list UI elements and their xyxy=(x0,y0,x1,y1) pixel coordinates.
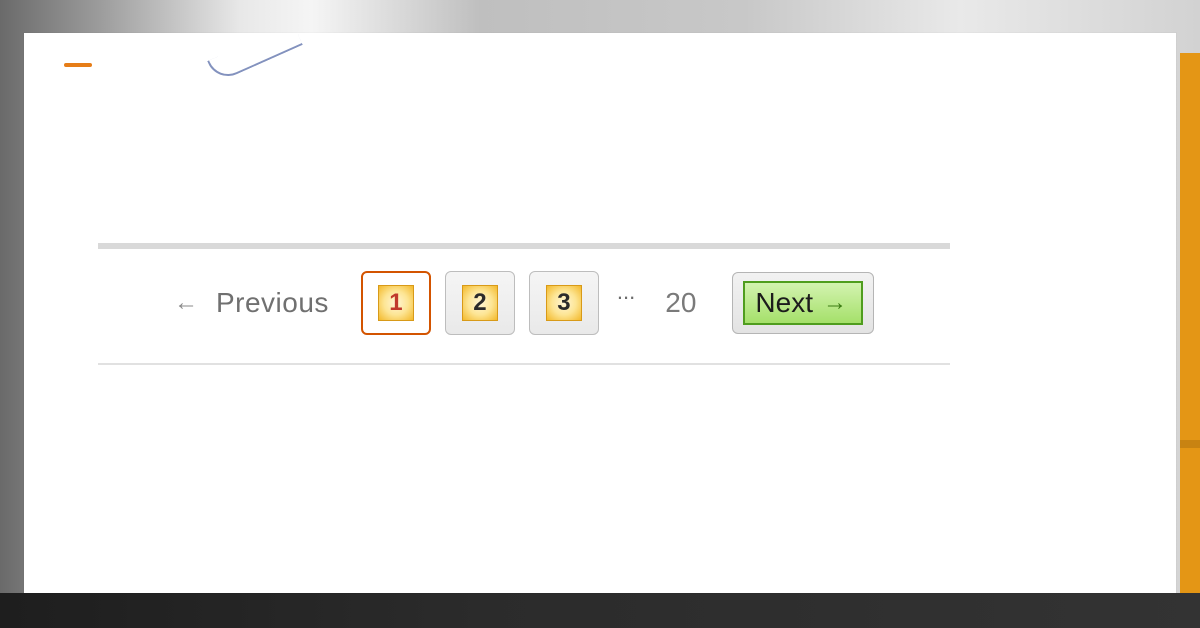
pagination: ← Previous 1 2 3 ... 20 Next → xyxy=(98,249,950,363)
arrow-right-icon: → xyxy=(823,289,847,317)
top-curve-decoration xyxy=(207,23,303,83)
page-number-1: 1 xyxy=(378,285,414,321)
pagination-ellipsis: ... xyxy=(617,279,635,305)
previous-button[interactable]: ← Previous xyxy=(174,287,329,319)
page-button-3[interactable]: 3 xyxy=(529,271,599,335)
page-number-2: 2 xyxy=(462,285,498,321)
page-number-3: 3 xyxy=(546,285,582,321)
next-label: Next xyxy=(755,287,813,319)
page-button-2[interactable]: 2 xyxy=(445,271,515,335)
previous-label: Previous xyxy=(216,287,329,319)
pagination-bottom-rule xyxy=(98,363,950,365)
pagination-block: ← Previous 1 2 3 ... 20 Next → xyxy=(98,243,950,365)
right-accent-bar xyxy=(1180,53,1200,593)
next-button-inner: Next → xyxy=(743,281,863,325)
arrow-left-icon: ← xyxy=(174,289,198,317)
top-accent-sliver xyxy=(64,63,92,67)
content-card: ← Previous 1 2 3 ... 20 Next → xyxy=(24,33,1176,593)
next-button[interactable]: Next → xyxy=(732,272,874,334)
page-button-1[interactable]: 1 xyxy=(361,271,431,335)
last-page-number[interactable]: 20 xyxy=(665,287,696,319)
background-bottom-strip xyxy=(0,593,1200,628)
right-accent-divider xyxy=(1180,440,1200,448)
